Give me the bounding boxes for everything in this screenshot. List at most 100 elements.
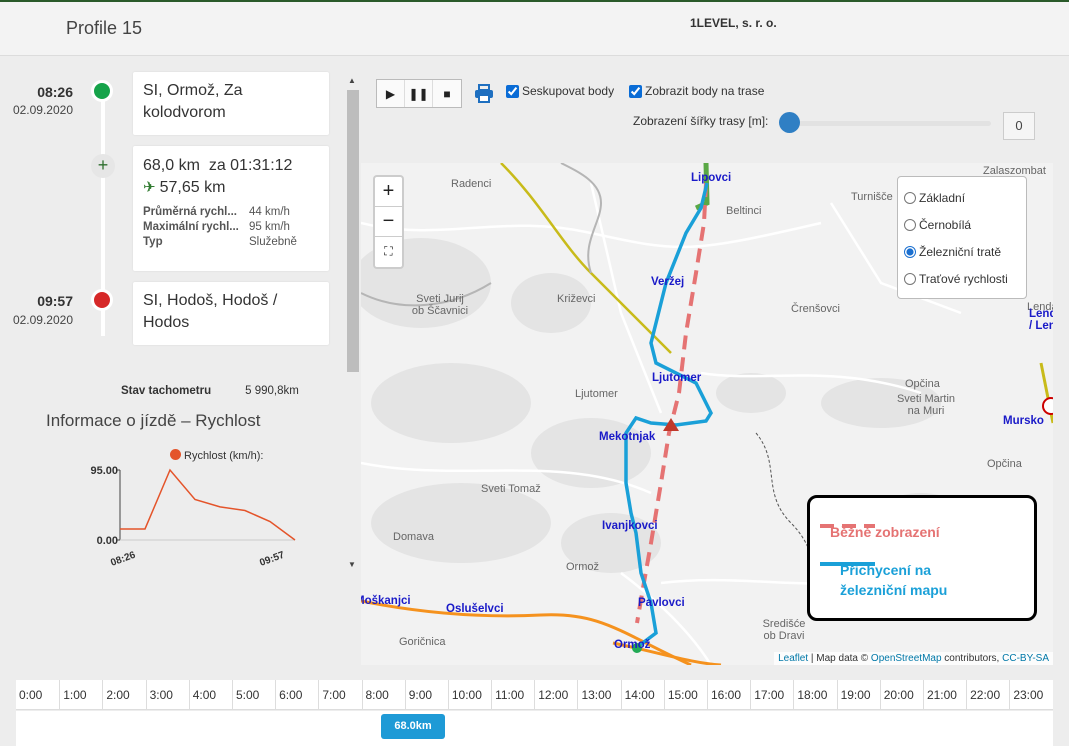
station-label: Lend / Len [1029, 308, 1053, 332]
speed-chart: 95.00 0.00 08:26 09:57 [90, 465, 296, 569]
place-label: Sveti Jurij ob Ščavnici [411, 293, 469, 317]
chart-title: Informace o jízdě – Rychlost [46, 411, 261, 430]
stat-value: Služebně [249, 236, 297, 248]
zoom-in-button[interactable]: + [375, 177, 402, 207]
y-tick-label: 0.00 [97, 535, 118, 547]
scroll-thumb[interactable] [347, 90, 359, 372]
station-label: Pavlovci [638, 597, 685, 609]
segment-summary: 68,0 km za 01:31:12 [143, 155, 319, 177]
solid-line-icon [820, 562, 875, 566]
place-label: Sveti Martin na Muri [896, 393, 956, 417]
stat-value: 44 km/h [249, 206, 290, 218]
osm-link[interactable]: OpenStreetMap [871, 653, 942, 664]
route-width-slider[interactable] [788, 121, 991, 126]
group-points-input[interactable] [506, 84, 519, 98]
airplane-icon: ✈ [143, 179, 156, 196]
stat-key: Průměrná rychl... [143, 206, 237, 218]
trip-lane [16, 711, 1053, 746]
station-label: Ormož [614, 639, 651, 651]
segment-stats: Průměrná rychl... 44 km/h Maximální rychl… [143, 205, 297, 250]
route-width-slider-handle[interactable] [779, 112, 800, 133]
printer-icon[interactable] [474, 84, 494, 104]
end-place: SI, Hodoš, Hodoš / Hodos [143, 292, 278, 331]
hour-tick: 8:00 [361, 680, 405, 709]
show-points-input[interactable] [629, 84, 642, 98]
layer-option[interactable]: Základní [904, 184, 1020, 211]
layer-label: Traťové rychlosti [919, 271, 1008, 286]
hour-tick: 19:00 [836, 680, 880, 709]
layer-radio[interactable] [904, 272, 916, 285]
license-link[interactable]: CC-BY-SA [1002, 653, 1049, 664]
place-label: Ljutomer [575, 388, 618, 400]
hour-tick: 11:00 [491, 680, 534, 709]
hour-tick: 16:00 [707, 680, 750, 709]
segment-distance: 68,0 km [143, 157, 200, 174]
stat-key: Typ [143, 236, 163, 248]
route-dashed [635, 182, 708, 624]
group-points-checkbox[interactable]: Seskupovat body [506, 84, 614, 98]
page-header: Profile 15 1LEVEL, s. r. o. [0, 2, 1069, 56]
hour-tick: 15:00 [663, 680, 707, 709]
end-pin-icon [1042, 397, 1053, 415]
attribution-text: | Map data © [808, 653, 871, 664]
start-date: 02.09.2020 [12, 103, 73, 117]
place-label: Opčina [905, 378, 940, 390]
hour-tick: 0:00 [19, 688, 43, 702]
station-label: Oslušelvci [446, 603, 504, 615]
place-label: Radenci [451, 178, 492, 190]
scroll-up-icon[interactable]: ▲ [348, 76, 356, 85]
hour-tick: 6:00 [275, 680, 318, 709]
layer-option[interactable]: Traťové rychlosti [904, 265, 1020, 292]
trip-bar[interactable]: 68.0km [381, 714, 445, 739]
station-label: Veržej [651, 276, 685, 288]
station-label: Mursko [1003, 415, 1044, 427]
layer-radio[interactable] [904, 191, 916, 204]
layer-label: Základní [919, 190, 966, 205]
hour-tick: 2:00 [102, 680, 145, 709]
group-points-label: Seskupovat body [522, 84, 615, 98]
leaflet-link[interactable]: Leaflet [778, 653, 808, 664]
layer-option[interactable]: Černobílá [904, 211, 1020, 238]
hour-tick: 1:00 [59, 680, 102, 709]
hour-tick: 9:00 [404, 680, 448, 709]
legend-dot [170, 449, 181, 460]
layer-label: Černobílá [919, 217, 972, 232]
route-map[interactable]: Radenci Zalaszombat Turnišče Beltinci Sv… [361, 163, 1053, 665]
x-tick-label: 08:26 [109, 550, 137, 569]
scroll-down-icon[interactable]: ▼ [348, 560, 356, 569]
layer-radio[interactable] [904, 218, 916, 231]
place-label: Središće ob Dravi [762, 618, 806, 642]
air-distance: 57,65 km [159, 179, 226, 196]
layer-option[interactable]: Železniční tratě [904, 238, 1020, 265]
route-width-value[interactable]: 0 [1003, 112, 1035, 140]
fullscreen-icon[interactable]: ⛶ [375, 237, 402, 267]
layer-radio[interactable] [904, 245, 916, 258]
start-dot-icon [91, 80, 113, 102]
expand-segment-icon[interactable]: + [91, 154, 115, 178]
place-label: Sveti Tomaž [481, 483, 541, 495]
zoom-control: + − ⛶ [373, 175, 404, 269]
hour-tick: 7:00 [318, 680, 361, 709]
zoom-out-button[interactable]: − [375, 207, 402, 237]
place-label: Turnišče [851, 191, 893, 203]
station-label: Ivanjkovci [602, 520, 658, 532]
segment-air: ✈ 57,65 km [143, 177, 319, 199]
play-icon[interactable]: ▶ [377, 80, 405, 107]
stop-icon[interactable]: ■ [433, 80, 461, 107]
legend-solid-row: Přichycení na železniční mapu [820, 560, 947, 600]
hour-tick: 23:00 [1009, 680, 1052, 709]
left-panel-scrollbar[interactable]: ▲ ▼ [346, 76, 360, 576]
pause-icon[interactable]: ❚❚ [405, 80, 433, 107]
start-place-card[interactable]: SI, Ormož, Za kolodvorom [133, 72, 329, 135]
x-tick-label: 09:57 [258, 550, 286, 569]
map-attribution: Leaflet | Map data © OpenStreetMap contr… [774, 652, 1053, 665]
hour-tick: 22:00 [966, 680, 1009, 709]
layer-label: Železniční tratě [919, 244, 1002, 259]
place-label: Opčina [987, 458, 1022, 470]
start-time: 08:26 [37, 84, 73, 100]
station-label: Ljutomer [652, 372, 702, 384]
speed-line [120, 468, 296, 541]
place-label: Goričnica [399, 636, 446, 648]
end-place-card[interactable]: SI, Hodoš, Hodoš / Hodos [133, 282, 329, 345]
show-points-checkbox[interactable]: Zobrazit body na trase [629, 84, 764, 98]
